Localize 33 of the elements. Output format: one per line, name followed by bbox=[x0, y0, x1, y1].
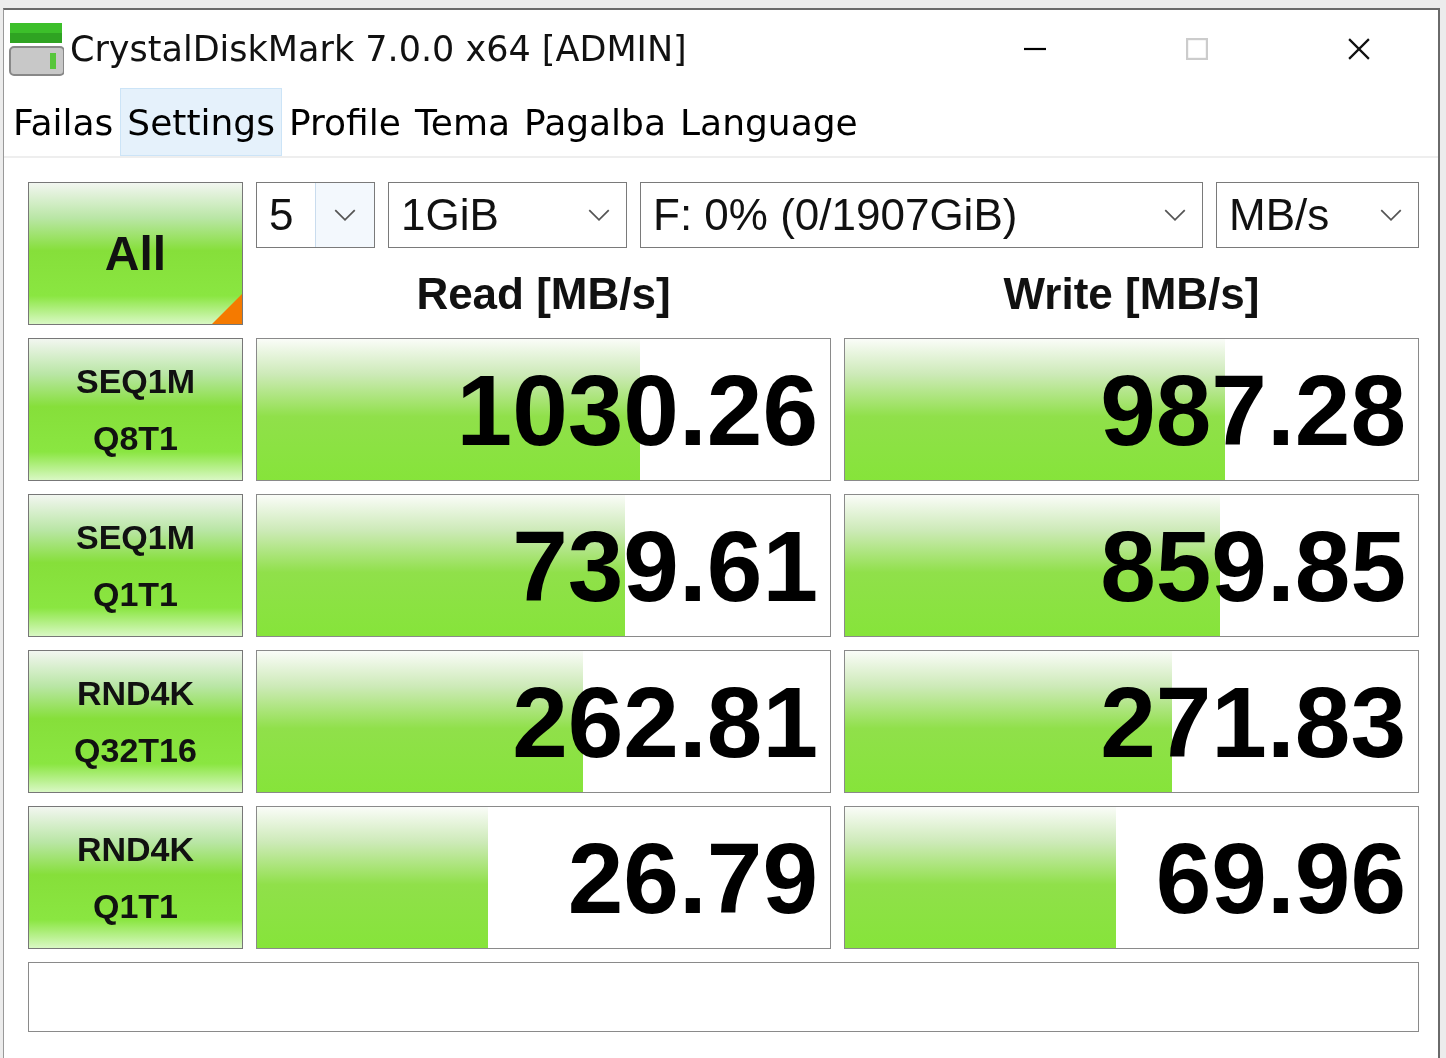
test-button[interactable]: RND4K Q32T16 bbox=[28, 650, 243, 793]
drive-dropdown[interactable]: F: 0% (0/1907GiB) bbox=[640, 182, 1203, 248]
test-button[interactable]: SEQ1M Q8T1 bbox=[28, 338, 243, 481]
test-button[interactable]: SEQ1M Q1T1 bbox=[28, 494, 243, 637]
close-icon[interactable] bbox=[1348, 38, 1370, 60]
read-speed: 262.81 bbox=[512, 671, 819, 772]
chevron-icon bbox=[1380, 208, 1402, 222]
read-speed: 739.61 bbox=[512, 515, 819, 616]
read-speed: 26.79 bbox=[567, 827, 819, 928]
menu-item[interactable]: Language bbox=[673, 88, 865, 156]
write-speed: 69.96 bbox=[1155, 827, 1407, 928]
menu-item[interactable]: Failas bbox=[6, 88, 121, 156]
size-dropdown[interactable]: 1GiB bbox=[388, 182, 627, 248]
menu-item[interactable]: Tema bbox=[407, 88, 518, 156]
chevron-icon bbox=[334, 208, 356, 222]
column-header: Read [MB/s] bbox=[415, 267, 672, 319]
write-speed: 271.83 bbox=[1100, 671, 1407, 772]
column-header: Write [MB/s] bbox=[1002, 267, 1261, 319]
menu-item[interactable]: Profile bbox=[281, 88, 408, 156]
write-speed: 987.28 bbox=[1100, 359, 1407, 460]
menu-item[interactable]: Settings bbox=[120, 88, 282, 156]
all-button[interactable]: All bbox=[28, 182, 243, 325]
count-dropdown[interactable]: 5 bbox=[256, 182, 375, 248]
drive-icon bbox=[8, 21, 64, 77]
comment-field[interactable] bbox=[28, 962, 1419, 1032]
window-title: CrystalDiskMark 7.0.0 x64 [ADMIN] bbox=[70, 29, 687, 69]
chevron-icon bbox=[1164, 208, 1186, 222]
unit-dropdown[interactable]: MB/s bbox=[1216, 182, 1419, 248]
test-button[interactable]: RND4K Q1T1 bbox=[28, 806, 243, 949]
chevron-icon bbox=[588, 208, 610, 222]
read-speed: 1030.26 bbox=[456, 359, 819, 460]
menu-item[interactable]: Pagalba bbox=[517, 88, 674, 156]
write-speed: 859.85 bbox=[1100, 515, 1407, 616]
